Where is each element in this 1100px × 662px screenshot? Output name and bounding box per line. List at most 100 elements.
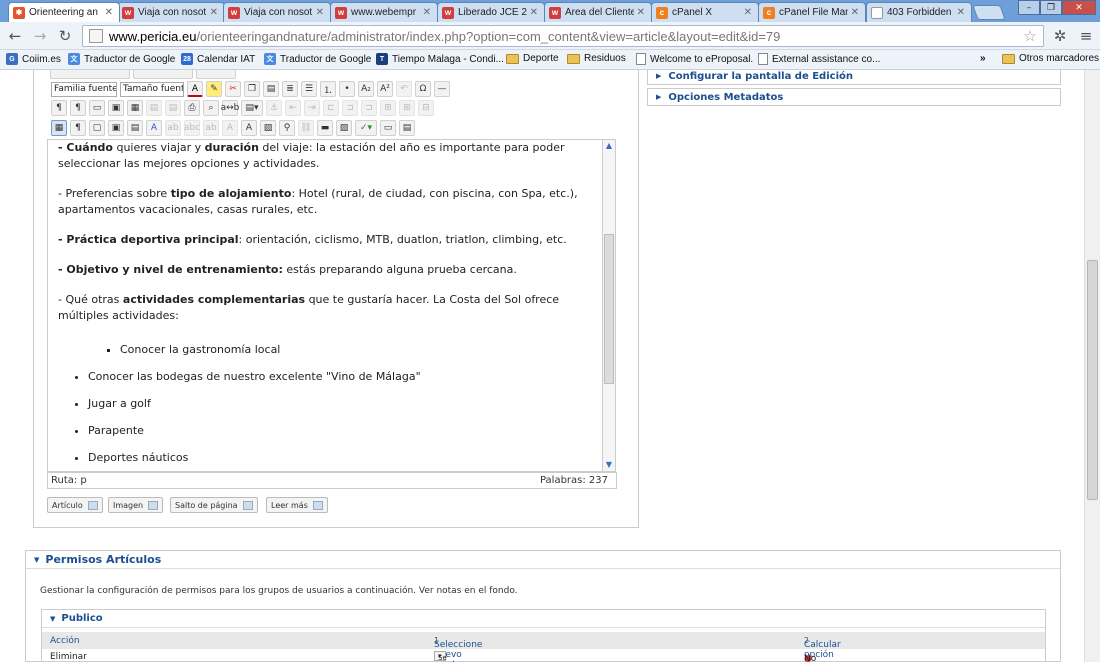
readmore-button[interactable]: Leer más <box>266 497 328 513</box>
bookmark-eproposal[interactable]: Welcome to eProposal. <box>636 53 753 65</box>
align-left-icon[interactable]: ⊏ <box>323 100 339 116</box>
table-col-icon[interactable]: ⊞ <box>399 100 415 116</box>
bookmark-deporte[interactable]: Deporte <box>506 53 559 64</box>
scroll-up-icon[interactable]: ▲ <box>604 141 614 151</box>
align-right-icon[interactable]: ⊐ <box>361 100 377 116</box>
maximize-window-button[interactable]: ❐ <box>1040 0 1062 15</box>
abbr-icon[interactable]: ab <box>165 120 181 136</box>
indent-icon[interactable]: ⇥ <box>304 100 320 116</box>
table-row-icon[interactable]: ⊞ <box>380 100 396 116</box>
template-icon[interactable]: ▦ <box>127 100 143 116</box>
paste-word-icon[interactable]: ☰ <box>301 81 317 97</box>
source-code-icon[interactable]: ▤ <box>127 120 143 136</box>
close-tab-icon[interactable]: ✕ <box>105 7 113 18</box>
paste-icon[interactable]: ▤ <box>263 81 279 97</box>
spellchecker-icon[interactable]: ✓▾ <box>355 120 377 136</box>
editor-scrollbar[interactable]: ▲ ▼ <box>602 139 616 472</box>
scroll-down-icon[interactable]: ▼ <box>604 460 614 470</box>
panel-configurar-pantalla[interactable]: ▶ Configurar la pantalla de Edición <box>647 70 1061 85</box>
page-scrollbar[interactable] <box>1084 70 1100 662</box>
undo-icon[interactable]: ↶ <box>396 81 412 97</box>
bookmark-traductor-1[interactable]: 文 Traductor de Google <box>68 53 175 65</box>
close-window-button[interactable]: ✕ <box>1062 0 1096 15</box>
print-icon[interactable]: ⎙ <box>184 100 200 116</box>
horizontal-rule-icon[interactable]: — <box>434 81 450 97</box>
tab-webempr[interactable]: w www.webempr ✕ <box>330 2 438 22</box>
replace-icon[interactable]: a↔b <box>221 100 239 116</box>
tab-orienteering[interactable]: ✱ Orienteering an ✕ <box>8 2 120 22</box>
acronym-icon[interactable]: abc <box>184 120 200 136</box>
bookmarks-overflow-button[interactable]: » <box>980 53 986 64</box>
close-tab-icon[interactable]: ✕ <box>957 7 965 18</box>
search-icon[interactable]: ⌕ <box>203 100 219 116</box>
page-scroll-thumb[interactable] <box>1087 260 1098 500</box>
table-merge-icon[interactable]: ⊟ <box>418 100 434 116</box>
image-manager-icon[interactable]: ▧ <box>260 120 276 136</box>
cleanup-icon[interactable]: ▣ <box>108 120 124 136</box>
cite-icon[interactable]: ab <box>203 120 219 136</box>
editor-scroll-thumb[interactable] <box>604 234 614 384</box>
image-button[interactable]: Imagen <box>108 497 164 513</box>
preview-icon[interactable]: ▣ <box>108 100 124 116</box>
pagebreak-button[interactable]: Salto de página <box>170 497 258 513</box>
rtl-icon[interactable]: ¶ <box>70 100 86 116</box>
font-family-select[interactable]: Familia fuente▾ <box>51 81 117 97</box>
highlight-icon[interactable]: ✎ <box>206 81 222 97</box>
close-tab-icon[interactable]: ✕ <box>744 7 752 18</box>
new-tab-button[interactable] <box>972 5 1006 20</box>
copy-icon[interactable]: ❐ <box>244 81 260 97</box>
tab-viaja-1[interactable]: w Viaja con nosot ✕ <box>117 2 225 22</box>
article-button[interactable]: Artículo <box>47 497 103 513</box>
layer-icon[interactable]: ▤ <box>165 100 181 116</box>
strike-icon[interactable]: A <box>222 120 238 136</box>
bookmark-star-icon[interactable]: ☆ <box>1020 26 1040 46</box>
fullscreen-icon[interactable]: ▭ <box>89 100 105 116</box>
anchor-icon[interactable]: ⚓ <box>266 100 282 116</box>
bookmark-external-assistance[interactable]: External assistance co... <box>758 53 880 65</box>
bookmark-tiempo-malaga[interactable]: T Tiempo Malaga - Condi... <box>376 53 504 65</box>
group-header[interactable]: ▼ Publico <box>42 610 1045 628</box>
visual-aid-icon[interactable]: ▦ <box>51 120 67 136</box>
bookmark-residuos[interactable]: Residuos <box>567 53 626 64</box>
paste-text-icon[interactable]: ≣ <box>282 81 298 97</box>
tab-cpanel-file-manager[interactable]: c cPanel File Man ✕ <box>758 2 866 22</box>
insert-text-icon[interactable]: A <box>241 120 257 136</box>
minimize-window-button[interactable]: – <box>1018 0 1040 15</box>
back-icon[interactable]: ← <box>5 26 25 46</box>
font-size-select[interactable]: Tamaño fuente▾ <box>120 81 184 97</box>
align-center-icon[interactable]: ⊐ <box>342 100 358 116</box>
special-char-icon[interactable]: Ω <box>415 81 431 97</box>
font-color-icon[interactable]: A <box>187 81 203 97</box>
tab-viaja-2[interactable]: w Viaja con nosot ✕ <box>223 2 331 22</box>
permissions-header[interactable]: ▼ Permisos Artículos <box>26 551 1060 569</box>
tab-403-forbidden[interactable]: 403 Forbidden ✕ <box>866 2 972 22</box>
spellcheck-icon[interactable]: A <box>146 120 162 136</box>
table-icon[interactable]: ▤ <box>399 120 415 136</box>
address-bar[interactable]: www.pericia.eu /orienteeringandnature/ad… <box>82 25 1044 47</box>
numbered-list-icon[interactable]: ⒈ <box>320 81 336 97</box>
editor-content[interactable]: - Cuándo quieres viajar y duración del v… <box>47 139 603 472</box>
visual-blocks-icon[interactable]: ▢ <box>89 120 105 136</box>
tab-liberado-jce[interactable]: w Liberado JCE 2. ✕ <box>437 2 545 22</box>
hr-icon[interactable]: ▭ <box>380 120 396 136</box>
reload-icon[interactable]: ↻ <box>55 26 75 46</box>
bookmark-coiim[interactable]: G Coiim.es <box>6 53 61 65</box>
subscript-icon[interactable]: A₂ <box>358 81 374 97</box>
close-tab-icon[interactable]: ✕ <box>316 7 324 18</box>
bookmark-other-bookmarks[interactable]: Otros marcadores <box>1002 53 1099 64</box>
outdent-icon[interactable]: ⇤ <box>285 100 301 116</box>
tab-area-cliente[interactable]: w Área del Cliente ✕ <box>544 2 652 22</box>
menu-icon[interactable]: ≡ <box>1076 26 1096 46</box>
media-icon[interactable]: ▬ <box>317 120 333 136</box>
paragraph-icon[interactable]: ¶ <box>70 120 86 136</box>
image-icon[interactable]: ▨ <box>336 120 352 136</box>
tab-cpanel-x[interactable]: c cPanel X ✕ <box>651 2 759 22</box>
superscript-icon[interactable]: A² <box>377 81 393 97</box>
close-tab-icon[interactable]: ✕ <box>637 7 645 18</box>
link-icon[interactable]: ⚲ <box>279 120 295 136</box>
close-tab-icon[interactable]: ✕ <box>423 7 431 18</box>
ltr-icon[interactable]: ¶ <box>51 100 67 116</box>
close-tab-icon[interactable]: ✕ <box>210 7 218 18</box>
forward-icon[interactable]: → <box>30 26 50 46</box>
unlink-icon[interactable]: ⛓ <box>298 120 314 136</box>
